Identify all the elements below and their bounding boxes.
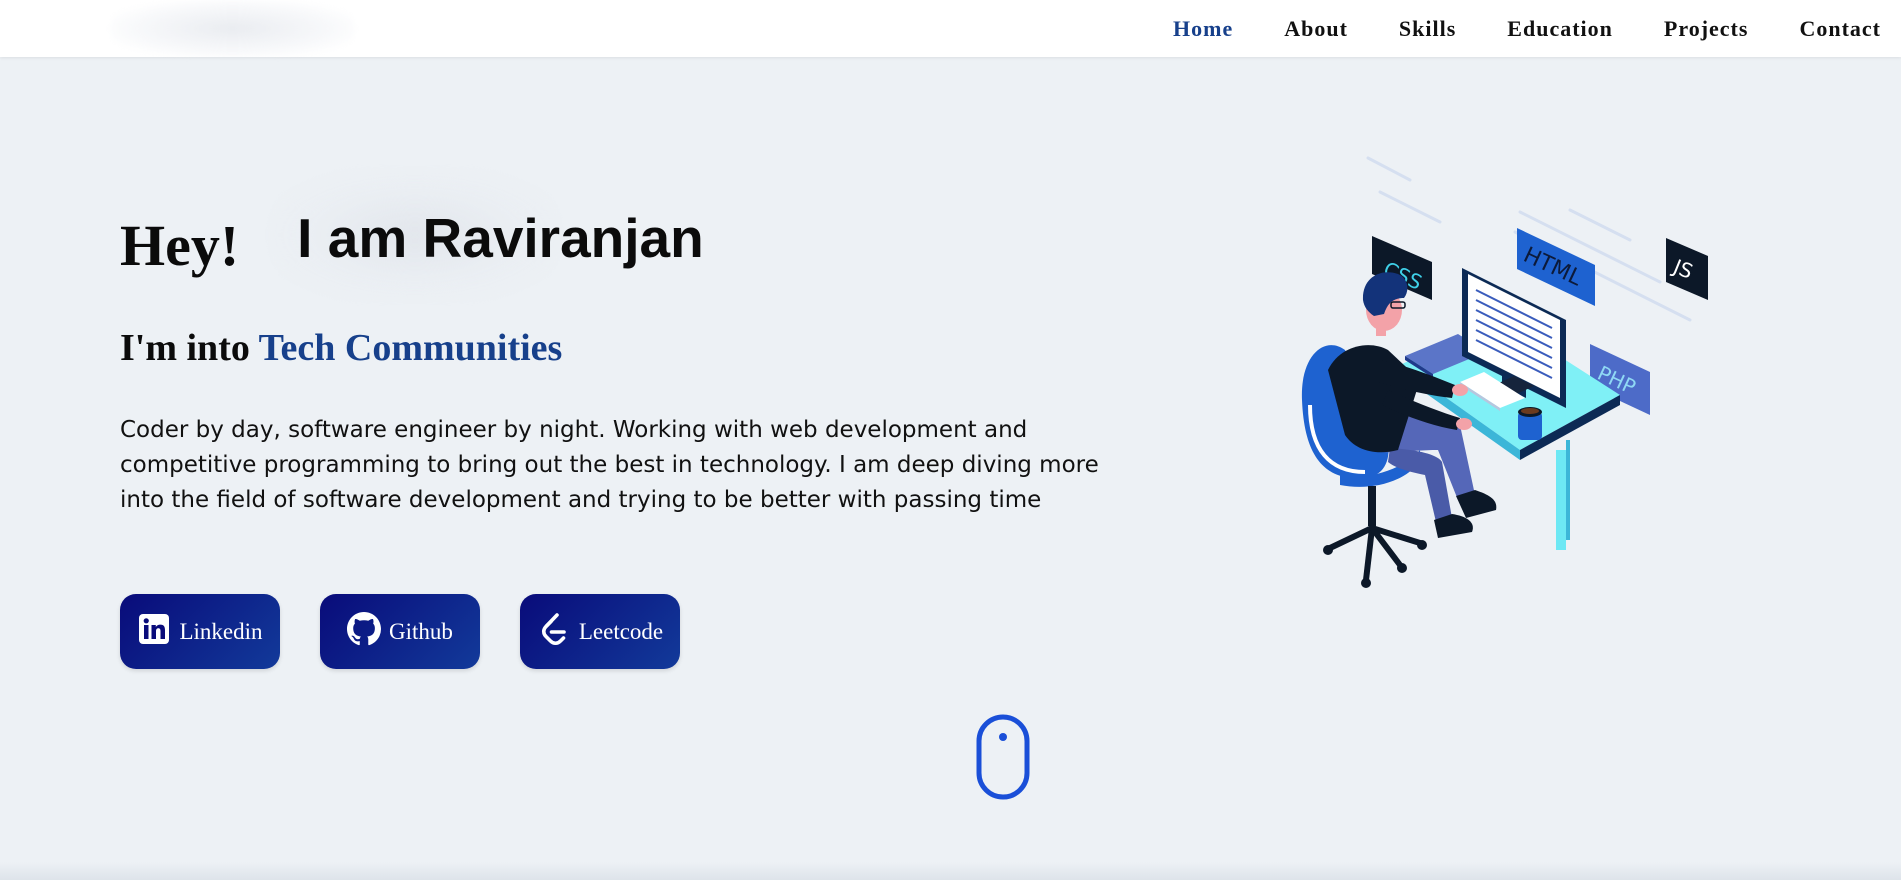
developer-illustration: CSS HTML JS PHP [1270,150,1740,600]
hero-subtitle-highlight: Tech Communities [258,327,563,369]
github-icon [347,611,382,646]
js-tag-icon: JS [1666,238,1708,300]
section-bottom-divider [0,862,1901,880]
hero-description: Coder by day, software engineer by night… [120,417,1099,513]
leetcode-label: Leetcode [578,618,664,644]
nav-link-education[interactable]: Education [1507,16,1613,42]
hero-subtitle: I'm into Tech Communities [120,326,562,370]
scroll-down-mouse-icon[interactable] [975,713,1031,801]
nav-link-projects[interactable]: Projects [1664,16,1749,42]
nav-link-skills[interactable]: Skills [1399,16,1456,42]
nav-link-about[interactable]: About [1284,16,1348,42]
linkedin-label: Linkedin [179,618,263,644]
html-tag-icon: HTML [1517,228,1595,306]
hero-name: I am Raviranjan [297,207,704,269]
nav-links: Home About Skills Education Projects Con… [1122,0,1881,57]
github-label: Github [389,618,453,644]
linkedin-button[interactable]: Linkedin [120,594,280,669]
hero-greeting: Hey! [120,213,240,278]
nav-link-contact[interactable]: Contact [1799,16,1881,42]
github-button[interactable]: Github [320,594,480,669]
leetcode-icon [537,612,571,646]
brand-logo[interactable] [110,0,355,57]
hero-subtitle-prefix: I'm into [120,327,259,369]
navbar: Home About Skills Education Projects Con… [0,0,1901,57]
leetcode-button[interactable]: Leetcode [520,594,680,669]
hero-title: Hey! I am Raviranjan [120,207,704,279]
nav-link-home[interactable]: Home [1173,16,1233,42]
linkedin-icon [137,612,171,646]
